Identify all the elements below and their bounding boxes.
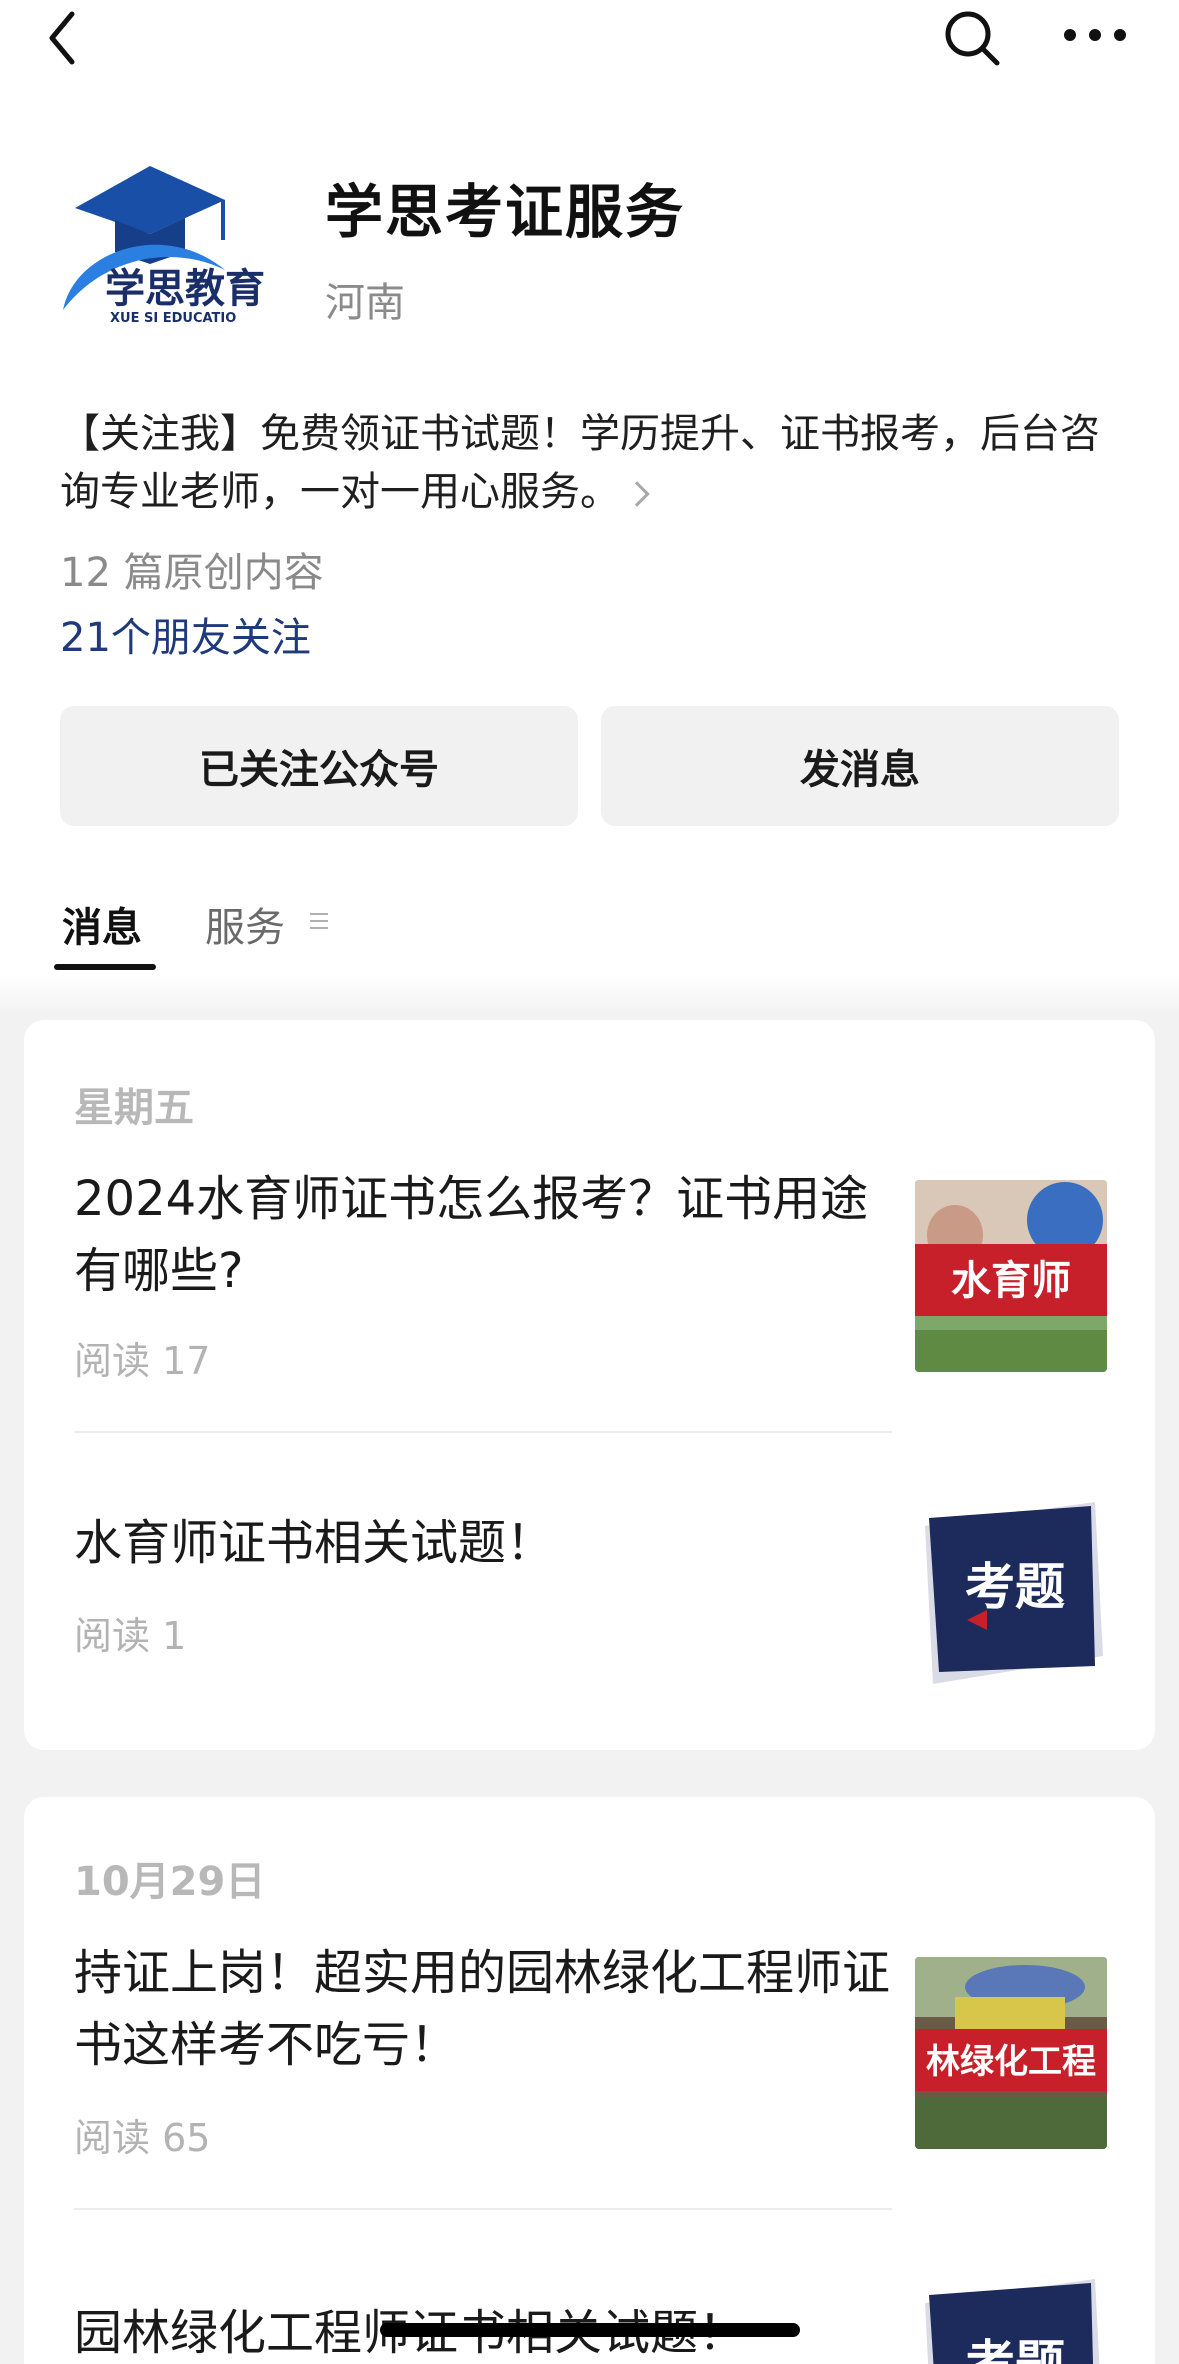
feed-group: 星期五 2024水育师证书怎么报考？证书用途有哪些? 阅读 17 水育师 水育师… (24, 1020, 1155, 1750)
account-name: 学思考证服务 (325, 178, 686, 246)
article-read-count: 阅读 17 (74, 1339, 211, 1383)
chevron-left-icon (49, 11, 75, 65)
account-region: 河南 (325, 280, 405, 326)
friends-follow-link[interactable]: 21个朋友关注 (60, 605, 311, 663)
tab-bar: 消息 服务 (0, 880, 1179, 970)
logo-text: 学思教育 (105, 266, 265, 312)
feed-group: 10月29日 持证上岗！超实用的园林绿化工程师证书这样考不吃亏！ 阅读 65 林… (24, 1797, 1155, 2364)
original-content-count[interactable]: 12 篇原创内容 (60, 540, 324, 598)
more-dots-icon (1064, 29, 1126, 41)
search-button[interactable] (940, 6, 1004, 70)
article-thumbnail[interactable]: 考题 (915, 2273, 1107, 2364)
thumbnail-caption: 考题 (965, 1558, 1065, 1616)
tab-services[interactable]: 服务 (205, 895, 285, 953)
chevron-right-icon (624, 481, 650, 507)
tab-messages[interactable]: 消息 (62, 895, 142, 953)
article-read-count: 阅读 65 (74, 2116, 211, 2160)
menu-lines-icon (310, 913, 328, 929)
logo-subtext: XUE SI EDUCATIO (110, 311, 236, 326)
article-title[interactable]: 2024水育师证书怎么报考？证书用途有哪些? (74, 1163, 914, 1307)
article-title[interactable]: 持证上岗！超实用的园林绿化工程师证书这样考不吃亏！ (74, 1937, 914, 2081)
followed-button[interactable]: 已关注公众号 (60, 706, 578, 826)
thumbnail-caption: 水育师 (951, 1258, 1071, 1304)
article-thumbnail[interactable]: 林绿化工程 (915, 1957, 1107, 2149)
article-read-count: 阅读 1 (74, 1614, 187, 1658)
thumbnail-caption: 林绿化工程 (926, 2042, 1096, 2082)
article-thumbnail[interactable]: 考题 (915, 1496, 1107, 1688)
top-nav-bar (0, 0, 1179, 80)
search-icon (945, 11, 1000, 66)
active-tab-indicator (54, 964, 156, 970)
more-button[interactable] (1060, 10, 1130, 66)
send-message-button[interactable]: 发消息 (601, 706, 1119, 826)
home-indicator[interactable] (380, 2323, 800, 2337)
thumbnail-caption: 考题 (965, 2335, 1065, 2364)
intro-text: 【关注我】免费领证书试题！学历提升、证书报考，后台咨询专业老师，一对一用心服务。 (60, 411, 1100, 515)
account-logo: 学思教育 XUE SI EDUCATIO (55, 160, 280, 330)
article-thumbnail[interactable]: 水育师 (915, 1180, 1107, 1372)
article-title[interactable]: 水育师证书相关试题！ (74, 1507, 914, 1579)
back-button[interactable] (40, 6, 88, 66)
group-date: 10月29日 (74, 1859, 266, 1905)
account-intro[interactable]: 【关注我】免费领证书试题！学历提升、证书报考，后台咨询专业老师，一对一用心服务。 (60, 405, 1120, 521)
divider (74, 2208, 892, 2210)
group-date: 星期五 (74, 1085, 194, 1131)
divider (74, 1431, 892, 1433)
